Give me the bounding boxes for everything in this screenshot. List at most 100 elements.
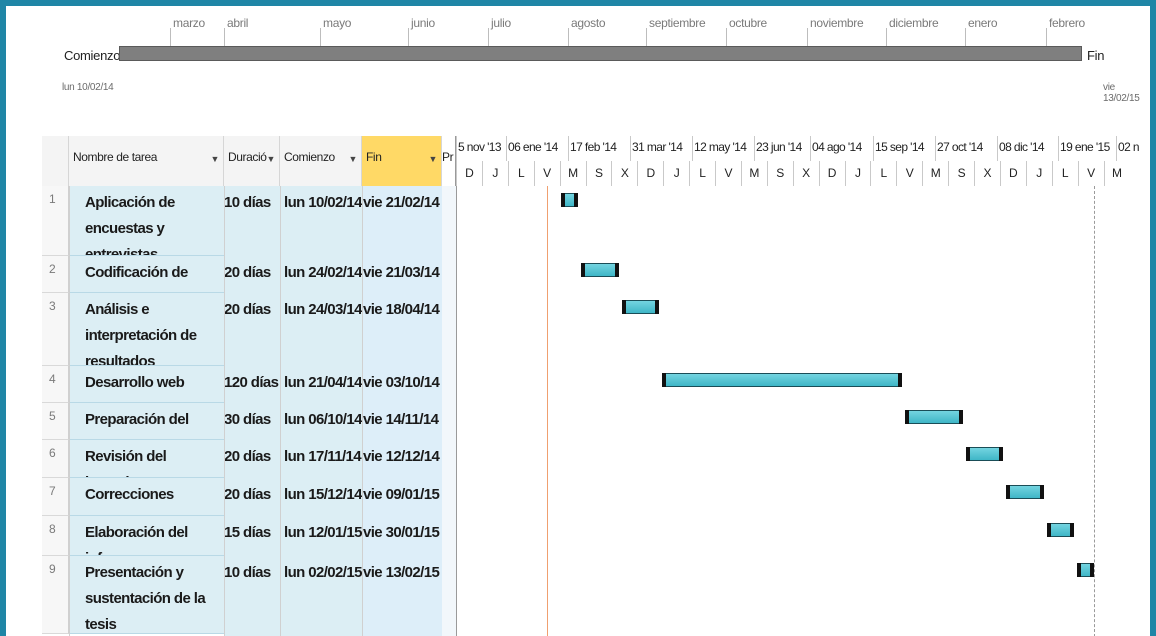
task-end-cell[interactable]: vie 09/01/15 [361, 478, 442, 508]
task-end-cell[interactable]: vie 14/11/14 [361, 403, 442, 433]
gantt-period-label: 31 mar '14 [630, 136, 692, 161]
timeline-end-date: vie 13/02/15 [1103, 82, 1140, 104]
task-name-cell[interactable]: Revisión del borrador [69, 440, 224, 478]
row-number[interactable]: 6 [42, 440, 69, 478]
gantt-task-bar[interactable] [965, 447, 1004, 461]
gantt-day-label: J [844, 161, 871, 186]
row-number[interactable]: 7 [42, 478, 69, 516]
gantt-period-label: 5 nov '13 [456, 136, 506, 161]
timeline-month-tick [646, 28, 647, 46]
dropdown-arrow-icon[interactable]: ▼ [210, 154, 219, 164]
task-duration-cell[interactable]: 20 días [224, 440, 280, 470]
task-start-cell[interactable]: lun 17/11/14 [282, 440, 362, 470]
gantt-task-bar[interactable] [1077, 563, 1095, 577]
gantt-task-bar[interactable] [905, 410, 963, 424]
task-start-cell[interactable]: lun 15/12/14 [282, 478, 362, 508]
row-number[interactable]: 1 [42, 186, 69, 256]
task-name-cell[interactable]: Presentación y sustentación de la tesis [69, 556, 224, 634]
task-duration-cell[interactable]: 20 días [224, 478, 280, 508]
task-name-cell[interactable]: Correcciones [69, 478, 224, 516]
gantt-day-label: M [1103, 161, 1130, 186]
row-number[interactable]: 4 [42, 366, 69, 403]
header-duration[interactable]: Duració ▼ [224, 136, 280, 186]
timeline-end-label: Fin [1087, 48, 1105, 63]
timeline-month-label: noviembre [810, 16, 864, 30]
task-end-cell[interactable]: vie 12/12/14 [361, 440, 442, 470]
task-start-cell[interactable]: lun 21/04/14 [282, 366, 362, 396]
timeline-month-tick [886, 28, 887, 46]
task-name-cell[interactable]: Elaboración del informe [69, 516, 224, 556]
task-end-cell[interactable]: vie 13/02/15 [361, 556, 442, 586]
task-end-cell[interactable]: vie 03/10/14 [361, 366, 442, 396]
task-duration-cell[interactable]: 120 días [224, 366, 280, 396]
table-grid-line [69, 186, 70, 636]
row-number[interactable]: 3 [42, 293, 69, 366]
gantt-day-label: X [611, 161, 637, 186]
gantt-day-label: J [663, 161, 689, 186]
task-name-cell[interactable]: Aplicación de encuestas y entrevistas [69, 186, 224, 256]
task-name-cell[interactable]: Codificación de datos [69, 256, 224, 293]
task-duration-cell[interactable]: 30 días [224, 403, 280, 433]
gantt-task-bar[interactable] [621, 300, 660, 314]
gantt-task-bar[interactable] [561, 193, 579, 207]
gantt-period-label: 19 ene '15 [1058, 136, 1116, 161]
dropdown-arrow-icon[interactable]: ▼ [266, 154, 275, 164]
task-name-cell[interactable]: Análisis e interpretación de resultados [69, 293, 224, 366]
task-duration-cell[interactable]: 20 días [224, 256, 280, 286]
gantt-task-bar[interactable] [1046, 523, 1075, 537]
timeline-month-tick [807, 28, 808, 46]
gantt-day-label: S [948, 161, 974, 186]
task-start-cell[interactable]: lun 06/10/14 [282, 403, 362, 433]
task-end-cell[interactable]: vie 21/02/14 [361, 186, 442, 216]
timeline-bar[interactable] [119, 46, 1082, 61]
dropdown-arrow-icon[interactable]: ▼ [428, 154, 437, 164]
timeline-month-label: julio [491, 16, 511, 30]
gantt-task-bar[interactable] [1006, 485, 1044, 499]
task-duration-cell[interactable]: 10 días [224, 186, 280, 216]
gantt-day-label: J [481, 161, 508, 186]
timeline-month-tick [726, 28, 727, 46]
gantt-day-label: V [1077, 161, 1104, 186]
task-end-cell[interactable]: vie 18/04/14 [361, 293, 442, 323]
row-number[interactable]: 9 [42, 556, 69, 634]
row-number[interactable]: 8 [42, 516, 69, 556]
timeline-start-label: Comienzo [64, 48, 121, 63]
task-duration-cell[interactable]: 15 días [224, 516, 280, 546]
task-end-cell[interactable]: vie 21/03/14 [361, 256, 442, 286]
task-start-cell[interactable]: lun 24/03/14 [282, 293, 362, 323]
row-number[interactable]: 2 [42, 256, 69, 293]
gantt-task-bar[interactable] [662, 373, 903, 387]
gantt-period-label: 12 may '14 [692, 136, 754, 161]
task-name-cell[interactable]: Desarrollo web [69, 366, 224, 403]
gantt-day-label: M [740, 161, 767, 186]
task-name-cell[interactable]: Preparación del borrado [69, 403, 224, 440]
header-task-name[interactable]: Nombre de tarea ▼ [69, 136, 224, 186]
timeline-month-tick [224, 28, 225, 46]
task-start-cell[interactable]: lun 24/02/14 [282, 256, 362, 286]
gantt-task-bar[interactable] [581, 263, 619, 277]
task-start-cell[interactable]: lun 12/01/15 [282, 516, 362, 546]
gantt-day-label: V [896, 161, 922, 186]
timeline-start-date: lun 10/02/14 [62, 82, 114, 93]
timeline-month-label: junio [411, 16, 435, 30]
timeline-month-label: mayo [323, 16, 352, 30]
task-start-cell[interactable]: lun 10/02/14 [282, 186, 362, 216]
header-start[interactable]: Comienzo ▼ [280, 136, 362, 186]
timeline-month-tick [568, 28, 569, 46]
project-window: marzo abril mayo junio julio agosto septiembre… [0, 0, 1156, 636]
gantt-day-label: M [922, 161, 948, 186]
dropdown-arrow-icon[interactable]: ▼ [348, 154, 357, 164]
gantt-day-label: J [1025, 161, 1052, 186]
today-line [547, 186, 548, 636]
task-duration-cell[interactable]: 20 días [224, 293, 280, 323]
gantt-day-label: L [689, 161, 715, 186]
gantt-day-label: L [1051, 161, 1078, 186]
task-start-cell[interactable]: lun 02/02/15 [282, 556, 362, 586]
task-end-cell[interactable]: vie 30/01/15 [361, 516, 442, 546]
task-duration-cell[interactable]: 10 días [224, 556, 280, 586]
header-predecessors[interactable]: Pr [442, 136, 456, 186]
header-end[interactable]: Fin ▼ [362, 136, 442, 186]
timeline-month-tick [965, 28, 966, 46]
table-grid-line [280, 186, 281, 636]
row-number[interactable]: 5 [42, 403, 69, 440]
